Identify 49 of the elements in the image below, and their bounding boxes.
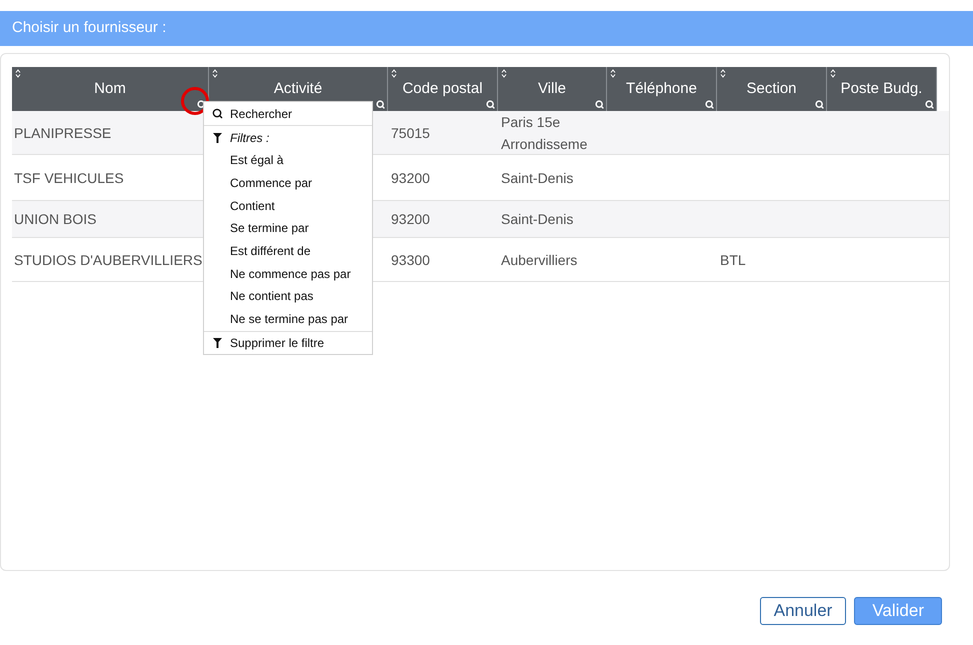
highlight-circle (180, 86, 210, 116)
sort-icon[interactable] (212, 69, 218, 78)
filter-icon (212, 338, 222, 348)
column-header[interactable]: Ville (498, 67, 607, 111)
filter-icon (212, 132, 222, 142)
column-header[interactable]: Section (717, 67, 827, 111)
table-cell-text: STUDIOS D'AUBERVILLIERS (14, 250, 202, 270)
menu-item[interactable]: Est égal à (230, 151, 284, 170)
column-header[interactable]: Nom (12, 67, 209, 111)
table-cell-text: PLANIPRESSE (14, 124, 112, 142)
sort-icon[interactable] (720, 69, 726, 78)
menu-item[interactable]: Commence par (230, 174, 312, 192)
sort-icon[interactable] (501, 69, 507, 78)
table-cell-text: 93200 (391, 168, 430, 188)
search-icon[interactable] (815, 100, 824, 109)
menu-item[interactable]: Ne se termine pas par (230, 310, 348, 328)
search-icon[interactable] (486, 100, 495, 109)
sort-icon[interactable] (15, 69, 21, 78)
table-cell-text: 93300 (391, 250, 430, 270)
table-cell-text: Saint-Denis (501, 210, 574, 229)
search-icon[interactable] (925, 100, 934, 109)
table-cell-text: TSF VEHICULES (14, 168, 124, 188)
menu-item[interactable]: Ne commence pas par (230, 264, 351, 283)
dialog-title: Choisir un fournisseur : (12, 18, 166, 38)
sort-icon[interactable] (610, 69, 616, 78)
search-icon[interactable] (595, 100, 604, 109)
table-cell-text: Saint-Denis (501, 168, 574, 188)
clear-filter-menu-item[interactable]: Supprimer le filtre (204, 330, 372, 354)
table-cell-text: Aubervilliers (501, 250, 578, 270)
sort-icon[interactable] (830, 69, 836, 78)
table-cell-text: Paris 15e Arrondisseme (501, 112, 588, 154)
table-cell-text: BTL (720, 250, 746, 270)
table-cell-text: 75015 (391, 124, 430, 142)
menu-item[interactable]: Ne contient pas (230, 287, 314, 306)
search-icon (212, 108, 222, 119)
menu-item[interactable]: Se termine par (230, 219, 309, 238)
column-header[interactable]: Code postal (388, 67, 498, 111)
column-header[interactable]: Téléphone (607, 67, 717, 111)
table-cell-text: UNION BOIS (14, 210, 96, 229)
column-header[interactable]: Poste Budg. (827, 67, 937, 111)
menu-item[interactable]: Est différent de (230, 242, 310, 260)
menu-item[interactable]: Contient (230, 196, 275, 215)
menu-section-label: Filtres : (230, 130, 270, 146)
cancel-button[interactable]: Annuler (760, 597, 846, 625)
search-menu-item[interactable]: Rechercher (204, 102, 372, 126)
sort-icon[interactable] (391, 69, 397, 78)
table-cell-text: 93200 (391, 210, 430, 229)
search-icon[interactable] (705, 100, 714, 109)
search-icon[interactable] (376, 100, 385, 109)
